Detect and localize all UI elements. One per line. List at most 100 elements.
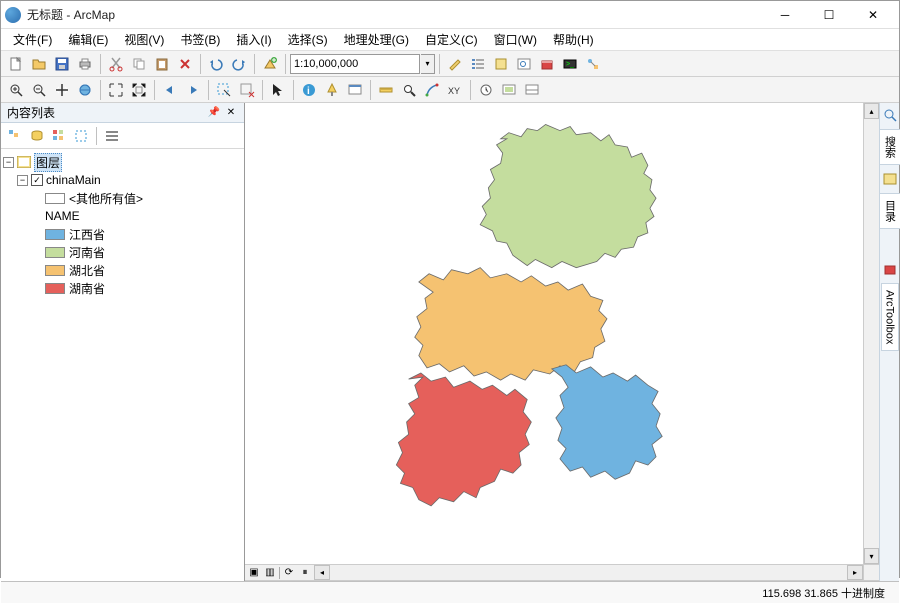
identify-button[interactable]: i	[298, 79, 320, 101]
hyperlink-icon[interactable]	[321, 79, 343, 101]
list-by-drawing-order-icon[interactable]	[5, 126, 25, 146]
cut-button[interactable]	[105, 53, 127, 75]
menu-select[interactable]: 选择(S)	[280, 29, 336, 50]
catalog-button[interactable]	[490, 53, 512, 75]
menu-geoprocessing[interactable]: 地理处理(G)	[336, 29, 417, 50]
menu-customize[interactable]: 自定义(C)	[417, 29, 486, 50]
table-of-contents: 内容列表 📌 ✕ − 图层 − ✓ chinaMain	[1, 103, 245, 581]
next-extent-button[interactable]	[182, 79, 204, 101]
html-popup-icon[interactable]	[344, 79, 366, 101]
pan-button[interactable]	[51, 79, 73, 101]
zoom-out-button[interactable]	[28, 79, 50, 101]
tool-extra-icon[interactable]	[521, 79, 543, 101]
main-area: 内容列表 📌 ✕ − 图层 − ✓ chinaMain	[1, 103, 899, 581]
scroll-up-icon[interactable]: ▴	[864, 103, 879, 119]
dock-search-tab[interactable]: 搜索	[879, 129, 900, 165]
tree-symbol-row[interactable]: 湖南省	[3, 279, 242, 297]
python-button[interactable]: >_	[559, 53, 581, 75]
add-data-button[interactable]	[259, 53, 281, 75]
list-by-source-icon[interactable]	[27, 126, 47, 146]
menu-file[interactable]: 文件(F)	[5, 29, 60, 50]
tree-symbol-row[interactable]: 江西省	[3, 225, 242, 243]
fixed-zoom-out-icon[interactable]	[128, 79, 150, 101]
data-view-button[interactable]: ▣	[247, 566, 261, 580]
toc-header: 内容列表 📌 ✕	[1, 103, 244, 123]
refresh-button[interactable]: ⟳	[282, 566, 296, 580]
tree-symbol-row[interactable]: 湖北省	[3, 261, 242, 279]
dock-toolbox-tab[interactable]: ArcToolbox	[881, 283, 899, 351]
map-scrollbar-vertical[interactable]: ▴ ▾	[863, 103, 879, 564]
layout-view-button[interactable]: ▥	[263, 566, 277, 580]
list-by-selection-icon[interactable]	[71, 126, 91, 146]
layer-label[interactable]: chinaMain	[46, 173, 101, 187]
toc-close-icon[interactable]: ✕	[224, 106, 238, 120]
open-button[interactable]	[28, 53, 50, 75]
select-element-button[interactable]	[267, 79, 289, 101]
tree-collapse-icon[interactable]: −	[3, 157, 14, 168]
new-button[interactable]	[5, 53, 27, 75]
layer-checkbox[interactable]: ✓	[31, 174, 43, 186]
prev-extent-button[interactable]	[159, 79, 181, 101]
menu-window[interactable]: 窗口(W)	[486, 29, 545, 50]
tree-dataframe-row[interactable]: − 图层	[3, 153, 242, 171]
dock-catalog-tab[interactable]: 目录	[879, 193, 900, 229]
redo-button[interactable]	[228, 53, 250, 75]
modelbuilder-button[interactable]	[582, 53, 604, 75]
status-coordinates: 115.698 31.865 十进制度	[754, 585, 893, 601]
dock-search-icon[interactable]	[882, 107, 898, 123]
tree-layer-row[interactable]: − ✓ chinaMain	[3, 171, 242, 189]
dock-toolbox-icon[interactable]	[882, 261, 898, 277]
copy-button[interactable]	[128, 53, 150, 75]
create-viewer-icon[interactable]	[498, 79, 520, 101]
tree-field-heading-row[interactable]: NAME	[3, 207, 242, 225]
tree-symbol-row[interactable]: 河南省	[3, 243, 242, 261]
toc-options-icon[interactable]	[102, 126, 122, 146]
save-button[interactable]	[51, 53, 73, 75]
dataframe-label[interactable]: 图层	[34, 153, 62, 172]
arctoolbox-button[interactable]	[536, 53, 558, 75]
dock-catalog-icon[interactable]	[882, 171, 898, 187]
tree-other-values-row[interactable]: <其他所有值>	[3, 189, 242, 207]
symbol-label: 湖南省	[69, 280, 105, 297]
map-svg	[245, 103, 879, 573]
province-hunan	[396, 373, 531, 506]
measure-button[interactable]	[375, 79, 397, 101]
menu-edit[interactable]: 编辑(E)	[60, 29, 116, 50]
goto-xy-button[interactable]: XY	[444, 79, 466, 101]
province-henan	[480, 124, 656, 267]
undo-button[interactable]	[205, 53, 227, 75]
time-slider-icon[interactable]	[475, 79, 497, 101]
svg-text:i: i	[307, 86, 310, 97]
editor-toolbar-icon[interactable]	[444, 53, 466, 75]
search-window-icon[interactable]	[513, 53, 535, 75]
scale-input[interactable]: 1:10,000,000	[290, 54, 420, 74]
delete-button[interactable]	[174, 53, 196, 75]
menu-bookmarks[interactable]: 书签(B)	[172, 29, 228, 50]
other-values-label: <其他所有值>	[69, 190, 143, 207]
print-button[interactable]	[74, 53, 96, 75]
pause-button[interactable]: ⏸	[298, 566, 312, 580]
clear-selection-button[interactable]	[236, 79, 258, 101]
maximize-button[interactable]: ☐	[807, 2, 851, 28]
map-canvas[interactable]: ▴ ▾ ▣ ▥ ⟳ ⏸ ◂ ▸	[245, 103, 879, 581]
scale-dropdown[interactable]: ▾	[421, 54, 435, 74]
menu-help[interactable]: 帮助(H)	[545, 29, 602, 50]
toc-pin-icon[interactable]: 📌	[207, 106, 221, 120]
tree-collapse-icon[interactable]: −	[17, 175, 28, 186]
scale-value: 1:10,000,000	[294, 58, 358, 70]
menu-insert[interactable]: 插入(I)	[228, 29, 279, 50]
map-view: ▴ ▾ ▣ ▥ ⟳ ⏸ ◂ ▸	[245, 103, 879, 581]
full-extent-button[interactable]	[74, 79, 96, 101]
minimize-button[interactable]: ─	[763, 2, 807, 28]
select-features-button[interactable]	[213, 79, 235, 101]
paste-button[interactable]	[151, 53, 173, 75]
list-by-visibility-icon[interactable]	[49, 126, 69, 146]
find-route-icon[interactable]	[421, 79, 443, 101]
toc-button[interactable]	[467, 53, 489, 75]
zoom-in-button[interactable]	[5, 79, 27, 101]
find-button[interactable]	[398, 79, 420, 101]
scroll-down-icon[interactable]: ▾	[864, 548, 879, 564]
menu-view[interactable]: 视图(V)	[116, 29, 172, 50]
close-button[interactable]: ✕	[851, 2, 895, 28]
fixed-zoom-in-icon[interactable]	[105, 79, 127, 101]
